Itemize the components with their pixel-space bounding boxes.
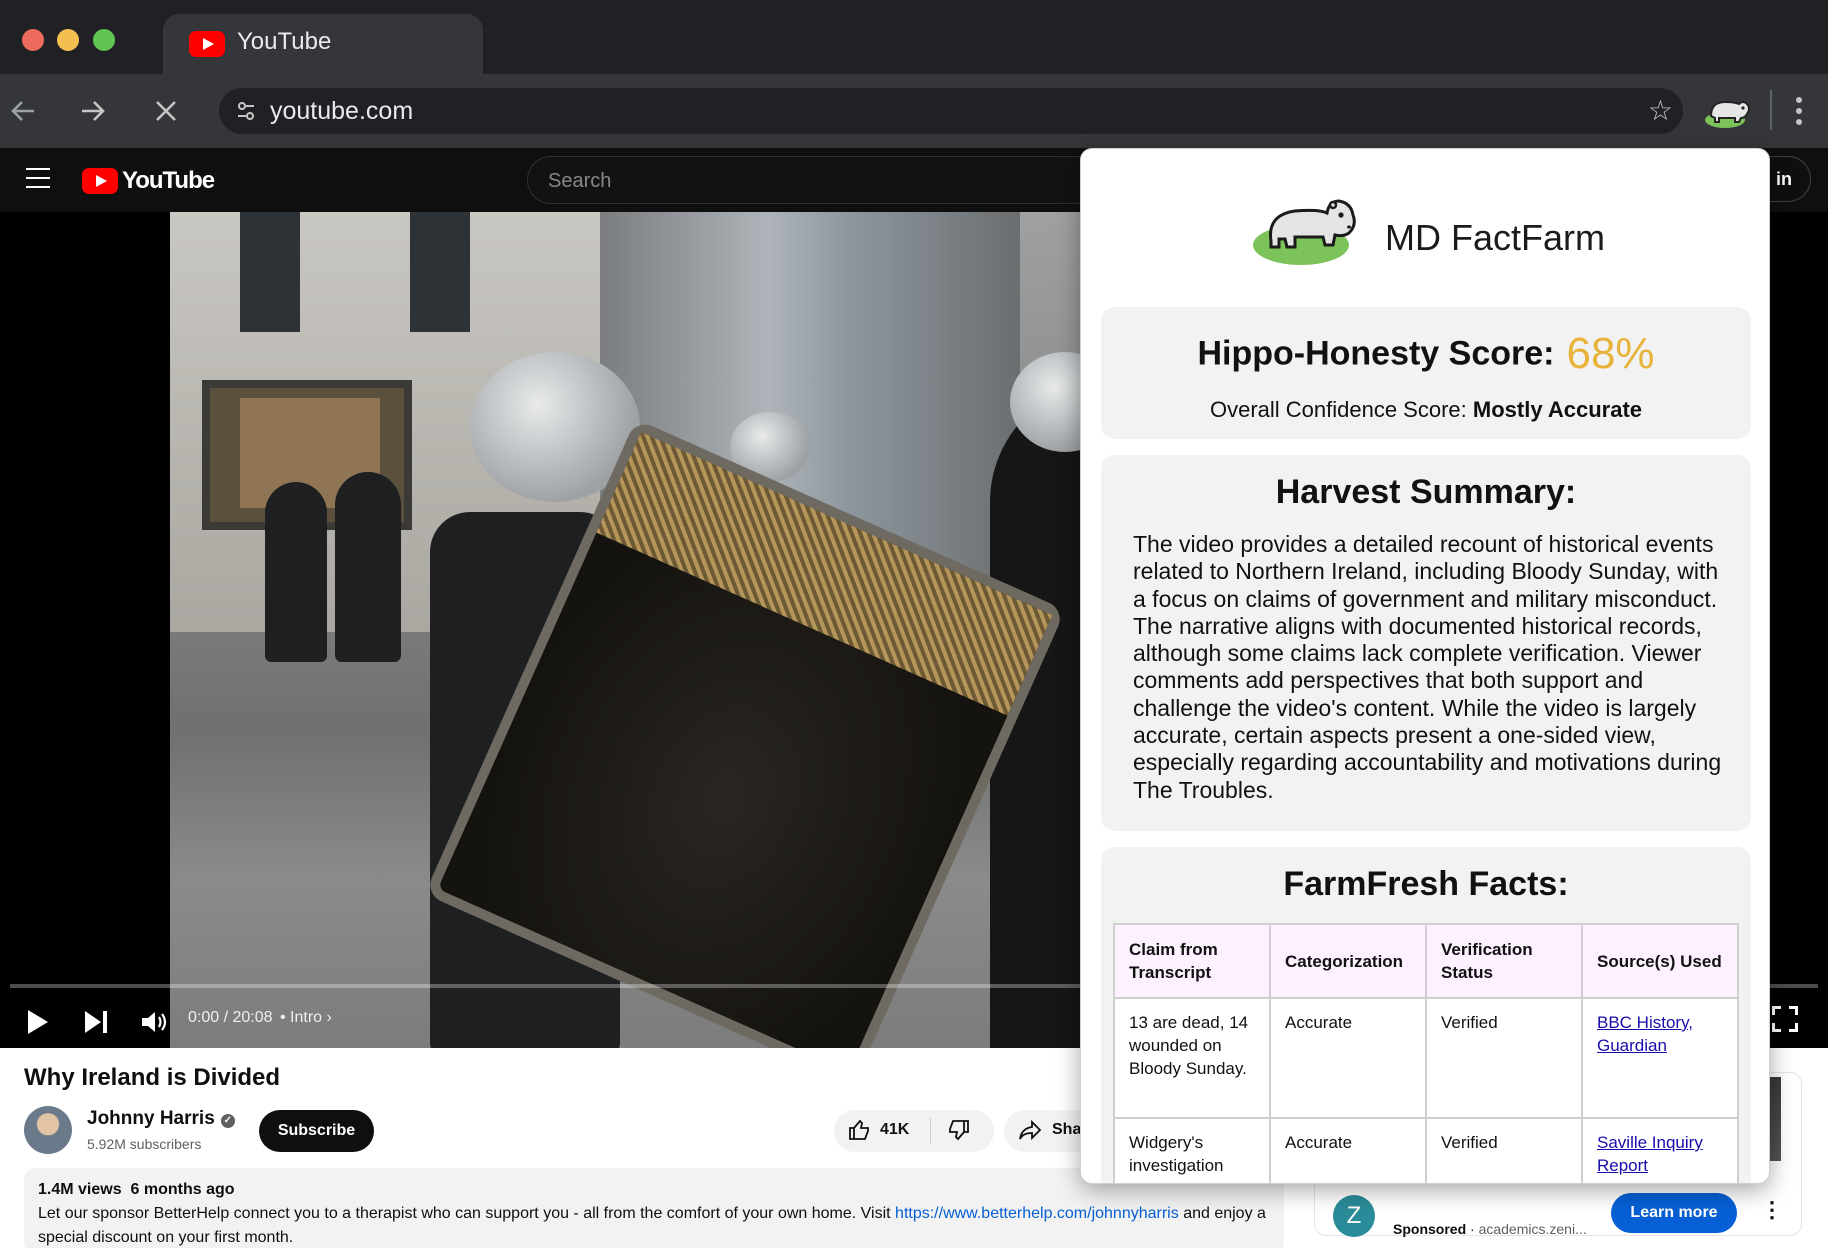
thumbs-down-icon[interactable] <box>946 1118 970 1148</box>
like-count[interactable]: 41K <box>880 1121 909 1139</box>
score-card: Hippo-Honesty Score: 68% Overall Confiden… <box>1101 307 1751 439</box>
sources-cell: Saville Inquiry Report <box>1581 1117 1739 1183</box>
view-count: 1.4M views <box>38 1181 122 1198</box>
summary-card: Harvest Summary: The video provides a de… <box>1101 455 1751 831</box>
facts-title: FarmFresh Facts: <box>1283 865 1569 903</box>
chapter-label: • Intro <box>280 1009 323 1026</box>
url-text: youtube.com <box>270 97 414 125</box>
confidence-label: Overall Confidence Score: <box>1209 397 1467 422</box>
source-link[interactable]: Saville Inquiry Report <box>1597 1133 1703 1175</box>
claim-cell: 13 are dead, 14 wounded on Bloody Sunday… <box>1113 997 1271 1119</box>
share-arrow-icon <box>1018 1118 1042 1148</box>
tab-title: YouTube <box>237 28 332 55</box>
youtube-favicon-icon <box>189 31 225 57</box>
youtube-play-logo-icon <box>82 168 118 194</box>
description-before-link: Let our sponsor BetterHelp connect you t… <box>38 1205 891 1222</box>
confidence-value: Mostly Accurate <box>1472 397 1643 422</box>
facts-table: Claim from Transcript Categorization Ver… <box>1113 923 1739 1183</box>
thumbs-up-icon[interactable] <box>848 1118 872 1148</box>
score-label: Hippo-Honesty Score: <box>1197 334 1555 373</box>
header-sources: Source(s) Used <box>1581 923 1739 999</box>
sponsor-link[interactable]: https://www.betterhelp.com/johnnyharris <box>895 1205 1179 1222</box>
youtube-logo[interactable]: YouTube <box>82 166 215 196</box>
site-settings-icon[interactable] <box>233 98 259 124</box>
search-input[interactable]: Search <box>527 156 1107 204</box>
forward-arrow-icon[interactable] <box>74 92 112 130</box>
time-display: 0:00 / 20:08 <box>188 1009 273 1026</box>
source-link[interactable]: BBC History, Guardian <box>1597 1013 1693 1055</box>
brand-name: MD FactFarm <box>1385 217 1605 258</box>
score-line: Hippo-Honesty Score: 68% <box>1101 329 1751 379</box>
subscribe-button[interactable]: Subscribe <box>259 1110 374 1152</box>
ad-sponsor-line: Sponsored · academics.zeni... <box>1393 1221 1587 1237</box>
header-verification: Verification Status <box>1425 923 1583 999</box>
header-claim: Claim from Transcript <box>1113 923 1271 999</box>
category-cell: Accurate <box>1269 997 1427 1119</box>
search-placeholder: Search <box>548 170 612 192</box>
next-button[interactable] <box>78 1004 114 1040</box>
back-arrow-icon[interactable] <box>4 92 42 130</box>
browser-toolbar: youtube.com ☆ <box>0 74 1828 148</box>
like-dislike-bar: 41K <box>834 1110 994 1152</box>
learn-more-button[interactable]: Learn more <box>1611 1193 1737 1233</box>
ad-domain: academics.zeni... <box>1478 1221 1587 1237</box>
video-figure <box>335 472 401 662</box>
table-row: Widgery's investigation Accurate Verifie… <box>1113 1117 1739 1183</box>
chapter-button[interactable]: • Intro › <box>280 1009 332 1027</box>
browser-tabstrip: YouTube <box>0 0 1828 74</box>
maximize-window-button[interactable] <box>93 29 115 51</box>
play-button[interactable] <box>20 1004 56 1040</box>
menu-hamburger-icon[interactable] <box>26 168 50 188</box>
like-divider <box>930 1118 931 1144</box>
category-cell: Accurate <box>1269 1117 1427 1183</box>
hippo-logo-icon <box>1253 199 1356 265</box>
factfarm-extension-icon[interactable] <box>1701 90 1755 132</box>
table-row: 13 are dead, 14 wounded on Bloody Sunday… <box>1113 997 1739 1119</box>
verified-check-icon: ✓ <box>220 1114 235 1128</box>
confidence-line: Overall Confidence Score: Mostly Accurat… <box>1101 397 1751 423</box>
summary-text: The video provides a detailed recount of… <box>1133 531 1722 803</box>
ad-logo: Z <box>1333 1195 1375 1237</box>
youtube-logo-text: YouTube <box>122 167 215 194</box>
video-figure <box>265 482 327 662</box>
claim-cell: Widgery's investigation <box>1113 1117 1271 1183</box>
fullscreen-icon[interactable] <box>1772 1006 1798 1032</box>
facts-card: FarmFresh Facts: Claim from Transcript C… <box>1101 847 1751 1183</box>
description-text: Let our sponsor BetterHelp connect you t… <box>38 1202 1270 1248</box>
status-cell: Verified <box>1425 1117 1583 1183</box>
browser-menu-icon[interactable] <box>1786 92 1812 130</box>
channel-name-link[interactable]: Johnny Harris ✓ <box>87 1108 235 1130</box>
volume-icon[interactable] <box>136 1004 172 1040</box>
video-title: Why Ireland is Divided <box>24 1064 281 1091</box>
header-categorization: Categorization <box>1269 923 1427 999</box>
stop-loading-icon[interactable] <box>147 92 185 130</box>
toolbar-divider <box>1770 90 1772 130</box>
summary-title: Harvest Summary: <box>1275 473 1577 511</box>
ad-more-icon[interactable]: ⋮ <box>1761 1197 1783 1223</box>
sources-cell: BBC History, Guardian <box>1581 997 1739 1119</box>
sponsored-label: Sponsored <box>1393 1221 1467 1237</box>
factfarm-popup: MD FactFarm Hippo-Honesty Score: 68% Over… <box>1080 148 1770 1184</box>
status-cell: Verified <box>1425 997 1583 1119</box>
channel-name: Johnny Harris <box>87 1108 215 1129</box>
popup-header: MD FactFarm <box>1081 149 1769 289</box>
facts-header-row: Claim from Transcript Categorization Ver… <box>1113 923 1739 999</box>
bookmark-star-icon[interactable]: ☆ <box>1648 94 1673 127</box>
browser-tab-youtube[interactable]: YouTube <box>163 14 483 74</box>
close-window-button[interactable] <box>22 29 44 51</box>
upload-age: 6 months ago <box>130 1181 235 1198</box>
subscriber-count: 5.92M subscribers <box>87 1136 202 1152</box>
channel-avatar[interactable] <box>24 1106 72 1154</box>
minimize-window-button[interactable] <box>57 29 79 51</box>
sign-in-label: in <box>1776 169 1792 189</box>
score-value: 68% <box>1566 329 1655 378</box>
address-bar[interactable]: youtube.com ☆ <box>219 88 1683 134</box>
